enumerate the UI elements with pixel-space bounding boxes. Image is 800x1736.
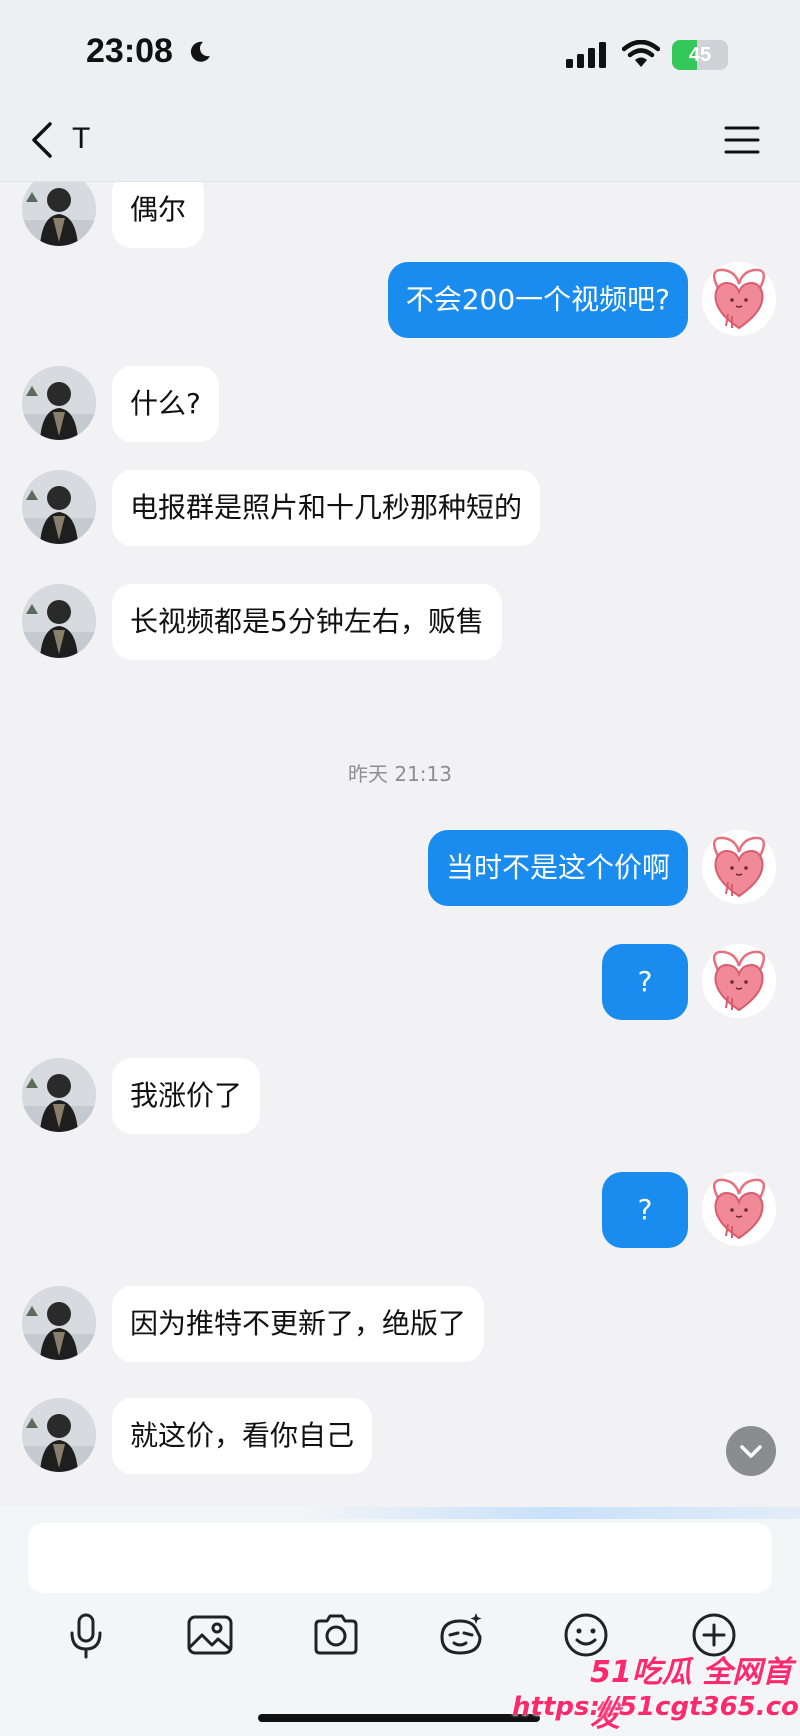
message-row: ? xyxy=(0,944,800,1020)
message-bubble-sent[interactable]: 当时不是这个价啊 xyxy=(427,830,688,906)
message-row: 什么? xyxy=(0,366,800,442)
message-row: 当时不是这个价啊 xyxy=(0,830,800,906)
contact-avatar[interactable] xyxy=(22,366,96,440)
moon-icon xyxy=(190,41,210,62)
contact-avatar[interactable] xyxy=(22,1058,96,1132)
message-row: 电报群是照片和十几秒那种短的 xyxy=(0,470,800,546)
message-row: ? xyxy=(0,1172,800,1248)
message-input[interactable] xyxy=(28,1523,772,1593)
battery-percent: 45 xyxy=(688,44,712,66)
self-avatar[interactable] xyxy=(702,1172,776,1246)
message-bubble-sent[interactable]: ? xyxy=(602,944,688,1020)
self-avatar[interactable] xyxy=(702,262,776,336)
scroll-to-bottom-button[interactable] xyxy=(726,1426,776,1476)
wifi-icon xyxy=(622,40,660,67)
contact-avatar[interactable] xyxy=(22,1398,96,1472)
self-avatar[interactable] xyxy=(702,830,776,904)
camera-icon[interactable] xyxy=(308,1607,364,1663)
message-bubble-received[interactable]: 什么? xyxy=(112,366,219,442)
image-icon[interactable] xyxy=(182,1607,238,1663)
chevron-down-icon xyxy=(740,1445,762,1458)
contact-avatar[interactable] xyxy=(22,584,96,658)
back-icon[interactable] xyxy=(24,118,64,162)
message-bubble-received[interactable]: 因为推特不更新了，绝版了 xyxy=(112,1286,485,1362)
nav-bar: T xyxy=(0,100,800,182)
menu-icon[interactable] xyxy=(722,120,762,160)
cellular-signal-icon xyxy=(566,42,606,68)
message-timestamp: 昨天 21:13 xyxy=(348,762,452,786)
message-row: 长视频都是5分钟左右，贩售 xyxy=(0,584,800,660)
sticker-icon[interactable] xyxy=(432,1607,488,1663)
message-bubble-sent[interactable]: ? xyxy=(602,1172,688,1248)
chat-title: T xyxy=(72,122,91,155)
composer: 51吃瓜 全网首发 https://51cgt365.com xyxy=(0,1507,800,1736)
message-row: 不会200一个视频吧? xyxy=(0,262,800,338)
status-bar: 23:08 45 xyxy=(0,0,800,100)
battery-indicator: 45 xyxy=(672,40,728,70)
self-avatar[interactable] xyxy=(702,944,776,1018)
message-row: 因为推特不更新了，绝版了 xyxy=(0,1286,800,1362)
input-glow xyxy=(300,1507,800,1519)
message-bubble-received[interactable]: 偶尔 xyxy=(112,182,205,248)
message-row: 就这价，看你自己 xyxy=(0,1398,800,1474)
message-row: 我涨价了 xyxy=(0,1058,800,1134)
home-indicator xyxy=(258,1714,540,1722)
contact-avatar[interactable] xyxy=(22,470,96,544)
contact-avatar[interactable] xyxy=(22,1286,96,1360)
contact-avatar[interactable] xyxy=(22,182,96,246)
message-bubble-sent[interactable]: 不会200一个视频吧? xyxy=(387,262,688,338)
watermark-url: https://51cgt365.com xyxy=(512,1692,800,1722)
microphone-icon[interactable] xyxy=(58,1607,114,1663)
message-row: 偶尔 xyxy=(0,182,800,248)
message-bubble-received[interactable]: 长视频都是5分钟左右，贩售 xyxy=(112,584,502,660)
status-time: 23:08 xyxy=(86,32,173,70)
message-bubble-received[interactable]: 电报群是照片和十几秒那种短的 xyxy=(112,470,541,546)
message-bubble-received[interactable]: 就这价，看你自己 xyxy=(112,1398,373,1474)
chat-message-list[interactable]: 偶尔 不会200一个视频吧? 什么? 电报群是照片和十几秒那种短的 长视频都是5… xyxy=(0,182,800,1507)
message-bubble-received[interactable]: 我涨价了 xyxy=(112,1058,261,1134)
